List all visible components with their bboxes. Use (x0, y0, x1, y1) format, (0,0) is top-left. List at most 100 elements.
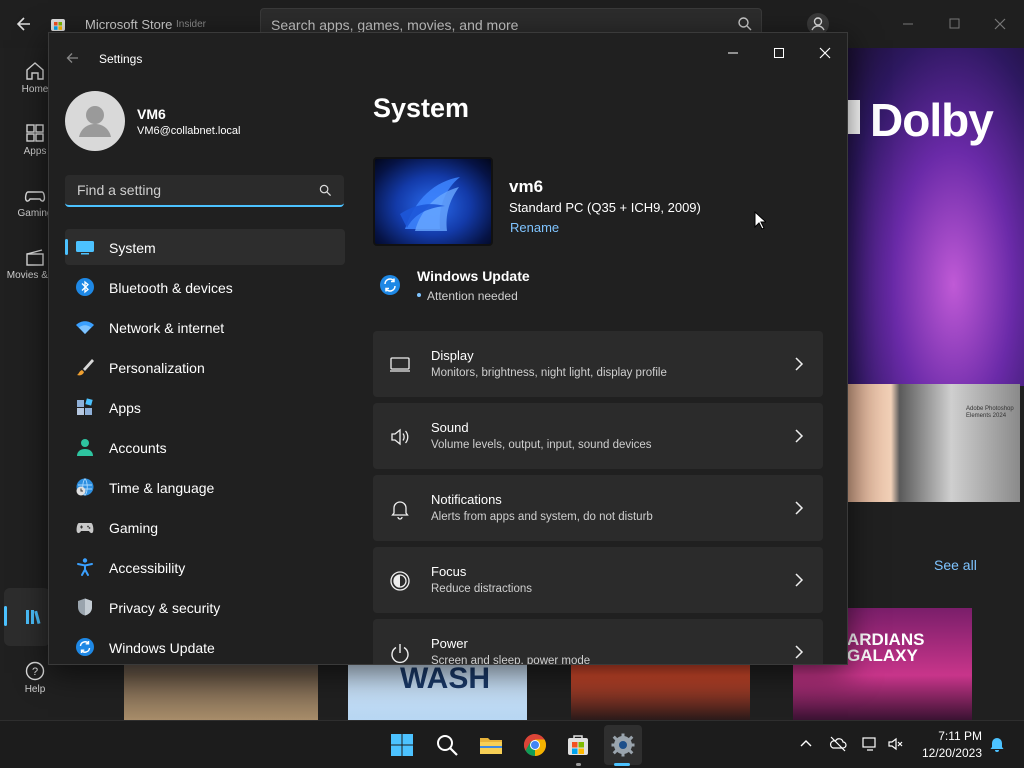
start-windows-icon[interactable] (390, 733, 414, 757)
store-search-placeholder: Search apps, games, movies, and more (271, 17, 519, 33)
apps-icon (77, 398, 93, 415)
update-icon (76, 638, 94, 656)
card-subtitle: Alerts from apps and system, do not dist… (431, 511, 653, 523)
library-icon (26, 610, 41, 625)
power-icon (391, 644, 409, 664)
back-arrow-icon[interactable] (65, 50, 81, 66)
accessibility-icon (77, 558, 93, 576)
store-hero-banner[interactable]: Dolby (848, 48, 1024, 386)
store-taskbar-icon[interactable] (566, 733, 590, 757)
selection-indicator (65, 239, 68, 255)
windows-update-status: Attention needed (427, 289, 518, 303)
nav-item-privacy[interactable]: Privacy & security (65, 589, 345, 625)
store-library-button[interactable] (4, 588, 50, 646)
movies-icon (26, 249, 44, 266)
store-minimize-icon[interactable] (898, 14, 918, 34)
gamepad-icon (76, 523, 94, 534)
search-icon[interactable] (319, 184, 332, 197)
nav-item-accounts[interactable]: Accounts (65, 429, 345, 465)
clock-time[interactable]: 7:11 PM (934, 729, 982, 743)
windows-update-icon[interactable] (379, 274, 401, 296)
nav-item-time-language[interactable]: Time & language (65, 469, 345, 505)
card-subtitle: Volume levels, output, input, sound devi… (431, 439, 652, 451)
rename-link[interactable]: Rename (510, 220, 559, 235)
user-email: VM6@collabnet.local (137, 125, 241, 137)
nav-item-label: Personalization (109, 360, 205, 376)
search-icon[interactable] (737, 16, 753, 32)
nav-item-apps[interactable]: Apps (65, 389, 345, 425)
card-title: Display (431, 348, 474, 363)
chevron-right-icon (795, 357, 804, 371)
wifi-icon (76, 321, 94, 334)
onedrive-offline-icon[interactable] (829, 735, 847, 753)
nav-item-accessibility[interactable]: Accessibility (65, 549, 345, 585)
nav-item-label: Gaming (109, 520, 159, 536)
nav-item-label: Windows Update (109, 640, 215, 656)
back-arrow-icon[interactable] (14, 14, 34, 34)
speaker-icon (391, 428, 409, 446)
nav-item-label: Bluetooth & devices (109, 280, 233, 296)
windows-update-title[interactable]: Windows Update (417, 268, 530, 284)
user-avatar-icon (79, 106, 111, 137)
help-icon: ? (25, 661, 45, 681)
nav-item-network[interactable]: Network & internet (65, 309, 345, 345)
nav-item-bluetooth[interactable]: Bluetooth & devices (65, 269, 345, 305)
chevron-right-icon (795, 429, 804, 443)
settings-active-indicator (614, 763, 630, 766)
minimize-icon[interactable] (723, 43, 743, 63)
chrome-icon[interactable] (523, 733, 547, 757)
find-setting-box[interactable] (65, 175, 344, 207)
nav-item-label: Apps (109, 400, 141, 416)
store-nav-help[interactable]: ? Help (0, 660, 70, 695)
settings-window: Settings VM6 VM6@collabnet.local System … (48, 32, 848, 665)
avatar[interactable] (65, 91, 125, 151)
device-name: vm6 (509, 177, 544, 196)
store-maximize-icon[interactable] (944, 14, 964, 34)
bell-icon (391, 501, 409, 520)
svg-text:?: ? (32, 666, 38, 678)
store-title: Microsoft Store (85, 17, 173, 32)
nav-item-label: Network & internet (109, 320, 225, 336)
clock-date[interactable]: 12/20/2023 (916, 746, 982, 760)
settings-card-focus[interactable]: Focus Reduce distractions (373, 547, 823, 613)
store-running-indicator (576, 763, 581, 766)
shield-icon (78, 598, 92, 616)
nav-item-label: Accounts (109, 440, 167, 456)
close-icon[interactable] (815, 43, 835, 63)
find-setting-input[interactable] (75, 181, 309, 199)
chevron-right-icon (795, 573, 804, 587)
attention-dot (417, 293, 421, 297)
globe-clock-icon (76, 478, 94, 496)
settings-card-notifications[interactable]: Notifications Alerts from apps and syste… (373, 475, 823, 541)
page-title: System (373, 93, 470, 123)
display-icon (390, 357, 410, 372)
notification-bell-icon[interactable] (988, 735, 1006, 753)
file-explorer-icon[interactable] (479, 733, 503, 757)
nav-item-gaming[interactable]: Gaming (65, 509, 345, 545)
nav-item-windows-update[interactable]: Windows Update (65, 629, 345, 664)
volume-muted-icon[interactable] (887, 735, 905, 753)
hero-brand: Dolby (870, 94, 994, 146)
chevron-up-icon[interactable] (797, 735, 815, 753)
store-card-text: ARDIANS GALAXY (847, 630, 925, 665)
network-icon[interactable] (861, 735, 879, 753)
card-subtitle: Monitors, brightness, night light, displ… (431, 367, 667, 379)
system-icon (76, 241, 94, 255)
nav-item-system[interactable]: System (65, 229, 345, 265)
see-all-link[interactable]: See all (934, 557, 977, 573)
store-nav-label: Help (24, 684, 46, 695)
maximize-icon[interactable] (769, 43, 789, 63)
nav-item-personalization[interactable]: Personalization (65, 349, 345, 385)
store-close-icon[interactable] (990, 14, 1010, 34)
settings-card-sound[interactable]: Sound Volume levels, output, input, soun… (373, 403, 823, 469)
settings-card-display[interactable]: Display Monitors, brightness, night ligh… (373, 331, 823, 397)
store-feature-tile[interactable]: Adobe Photoshop Elements 2024 (848, 384, 1020, 502)
chevron-right-icon (795, 501, 804, 515)
settings-card-power[interactable]: Power Screen and sleep, power mode (373, 619, 823, 664)
accounts-icon (77, 439, 93, 456)
settings-gear-icon (611, 733, 635, 757)
settings-taskbar-button[interactable] (604, 725, 642, 765)
card-subtitle: Reduce distractions (431, 583, 532, 595)
search-icon[interactable] (435, 733, 459, 757)
windows-bloom-icon (400, 177, 460, 231)
